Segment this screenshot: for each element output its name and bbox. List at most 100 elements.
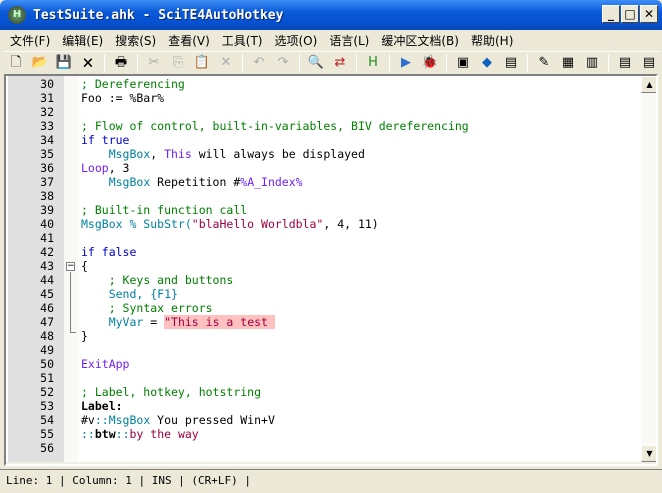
fold-line — [70, 272, 71, 332]
replace-icon[interactable]: ⇄ — [330, 53, 350, 73]
code-token: #v — [81, 413, 95, 427]
ahk-help-icon[interactable]: H — [363, 53, 383, 73]
menu-item[interactable]: 文件(F) — [4, 32, 56, 49]
code-token: if false — [81, 245, 137, 259]
code-token: ExitApp — [81, 357, 130, 371]
vertical-scrollbar[interactable]: ▲ ▼ — [641, 76, 656, 462]
tools-icon[interactable]: ▦ — [558, 53, 578, 73]
code-line: Loop, 3 — [81, 161, 129, 175]
maximize-button[interactable]: □ — [621, 5, 639, 23]
run-icon[interactable]: ▶ — [396, 53, 416, 73]
minimize-button[interactable]: _ — [602, 5, 620, 23]
line-number: 37 — [40, 175, 54, 189]
code-token: btw — [94, 427, 116, 441]
toolbar-separator — [527, 54, 528, 72]
code-line: ::btw::by the way — [81, 427, 199, 441]
code-line: Label: — [81, 399, 123, 413]
line-number: 46 — [40, 301, 54, 315]
code-line: ; Flow of control, built-in-variables, B… — [81, 119, 469, 133]
line-number: 47 — [40, 315, 54, 329]
code-token: Send, {F1} — [108, 287, 178, 301]
save-icon[interactable]: 💾 — [54, 53, 74, 73]
new-file-icon[interactable]: 🗋 — [6, 53, 26, 73]
menu-item[interactable]: 搜索(S) — [109, 32, 162, 49]
window-spy-icon[interactable]: ▤ — [501, 53, 521, 73]
find-icon[interactable]: 🔍 — [306, 53, 326, 73]
code-token: ; Syntax errors — [108, 301, 213, 315]
line-number: 38 — [40, 189, 54, 203]
menu-item[interactable]: 编辑(E) — [56, 32, 109, 49]
code-token: ; Dereferencing — [81, 77, 185, 91]
code-line: if true — [81, 133, 129, 147]
code-line: { — [81, 259, 88, 273]
code-token: , — [150, 147, 165, 161]
code-editor[interactable]: − 30 ; Dereferencing 31 Foo := %Bar% 32 33 ; F… — [4, 74, 658, 466]
code-token: } — [81, 329, 88, 343]
delete-icon[interactable]: ✕ — [216, 53, 236, 73]
code-token: :: — [81, 427, 95, 441]
code-token: %A_Index% — [240, 175, 303, 189]
status-bar: Line: 1 | Column: 1 | INS | (CR+LF) | — [0, 469, 662, 493]
code-token: :: — [115, 427, 130, 441]
toolbar-separator — [356, 54, 357, 72]
toolbox-icon[interactable]: ▥ — [582, 53, 602, 73]
line-number: 43 — [40, 259, 54, 273]
title-bar: H TestSuite.ahk - SciTE4AutoHotkey _ □ ✕ — [0, 0, 662, 30]
cut-icon[interactable]: ✂ — [144, 53, 164, 73]
print-icon[interactable]: 🖶 — [111, 53, 131, 73]
open-file-icon[interactable]: 📂 — [30, 53, 50, 73]
line-number: 55 — [40, 427, 54, 441]
code-token: Label: — [81, 399, 123, 413]
scroll-down-icon[interactable]: ▼ — [641, 445, 656, 462]
object-browser-icon[interactable]: ◆ — [477, 53, 497, 73]
paste-icon[interactable]: 📋 — [192, 53, 212, 73]
code-line: ; Keys and buttons — [81, 273, 234, 287]
code-token: ; Label, hotkey, hotstring — [81, 385, 262, 399]
toolbar-separator — [446, 54, 447, 72]
line-number: 50 — [40, 357, 54, 371]
menu-item[interactable]: 工具(T) — [216, 32, 269, 49]
line-number: 40 — [40, 217, 54, 231]
copy-icon[interactable]: ⎘ — [168, 53, 188, 73]
code-line: ; Dereferencing — [81, 77, 185, 91]
script-props-icon[interactable]: ✎ — [534, 53, 554, 73]
undo-icon[interactable]: ↶ — [249, 53, 269, 73]
menu-item[interactable]: 查看(V) — [162, 32, 216, 49]
line-number: 33 — [40, 119, 54, 133]
line-number: 34 — [40, 133, 54, 147]
menu-item[interactable]: 帮助(H) — [465, 32, 519, 49]
autohotkey-icon: H — [8, 6, 26, 24]
line-number: 32 — [40, 105, 54, 119]
code-line: MsgBox Repetition #%A_Index% — [81, 175, 303, 189]
redo-icon[interactable]: ↷ — [273, 53, 293, 73]
code-token: Repetition # — [150, 175, 241, 189]
toolbar-separator — [389, 54, 390, 72]
debug-icon[interactable]: 🐞 — [420, 53, 440, 73]
doc2-icon[interactable]: ▤ — [639, 53, 659, 73]
doc1-icon[interactable]: ▤ — [615, 53, 635, 73]
menu-item[interactable]: 缓冲区文档(B) — [375, 32, 465, 49]
code-line: MsgBox % SubStr("blaHello Worldbla", 4, … — [81, 217, 379, 231]
line-number: 56 — [40, 441, 54, 455]
menu-bar: 文件(F) 编辑(E) 搜索(S) 查看(V) 工具(T) 选项(O) 语言(L) 缓冲区文档… — [0, 30, 662, 50]
menu-item[interactable]: 选项(O) — [269, 32, 324, 49]
code-token: You pressed Win+V — [150, 413, 275, 427]
code-line: Foo := %Bar% — [81, 91, 164, 105]
code-line: ; Syntax errors — [81, 301, 213, 315]
close-file-icon[interactable]: 🗙 — [78, 53, 98, 73]
close-button[interactable]: ✕ — [640, 5, 658, 23]
line-number: 53 — [40, 399, 54, 413]
line-number: 44 — [40, 273, 54, 287]
line-number: 49 — [40, 343, 54, 357]
line-number: 35 — [40, 147, 54, 161]
horizontal-scrollbar[interactable] — [6, 462, 656, 464]
menu-item[interactable]: 语言(L) — [323, 32, 375, 49]
line-number: 31 — [40, 91, 54, 105]
code-token: ; Keys and buttons — [108, 273, 234, 287]
scroll-up-icon[interactable]: ▲ — [641, 76, 656, 93]
inspect-icon[interactable]: ▣ — [453, 53, 473, 73]
code-token: This — [164, 147, 192, 161]
fold-collapse-icon[interactable]: − — [66, 262, 75, 271]
